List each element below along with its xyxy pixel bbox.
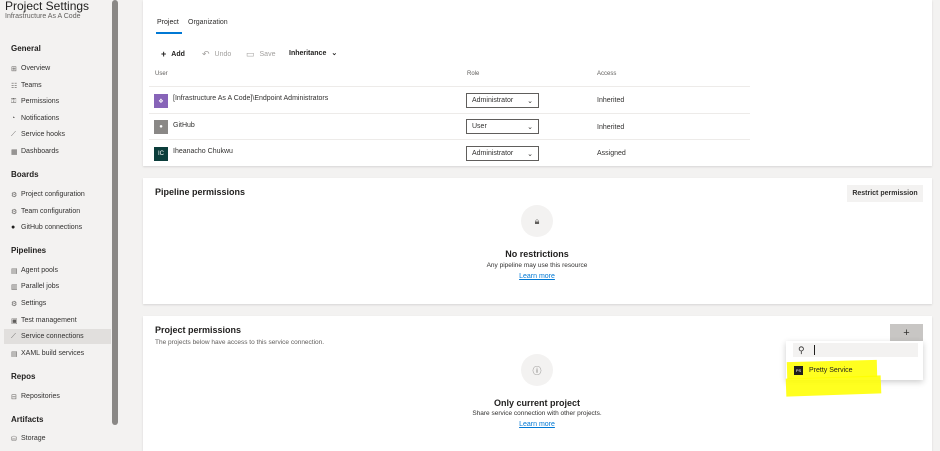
section-artifacts: Artifacts [11, 415, 44, 424]
chevron-down-icon: ⌄ [331, 50, 338, 57]
security-card [143, 0, 932, 166]
yellow-highlight [785, 375, 882, 397]
user-name: Iheanacho Chukwu [173, 148, 233, 155]
role-select[interactable]: Administrator ⌄ [466, 93, 539, 108]
notification-icon: ◔ [11, 115, 16, 122]
undo-button[interactable]: ↶ Undo [202, 49, 231, 60]
sidebar-item-settings[interactable]: ⚙ Settings [11, 296, 111, 311]
sidebar-item-team-configuration[interactable]: ⚙ Team configuration [11, 204, 111, 219]
gear-icon: ⚙ [11, 300, 18, 308]
project-permissions-title: Project permissions [155, 325, 242, 335]
column-header-role: Role [467, 71, 480, 77]
access-value: Assigned [597, 150, 626, 157]
chevron-down-icon: ⌄ [527, 97, 533, 105]
tab-project[interactable]: Project [157, 19, 179, 26]
lock-icon: 🔒︎ [521, 205, 553, 237]
chevron-down-icon: ⌄ [527, 123, 533, 131]
row-divider [149, 113, 750, 114]
learn-more-wrapper: Learn more [437, 271, 637, 280]
tab-organization[interactable]: Organization [188, 19, 228, 26]
plug-icon: ⟋ [11, 332, 16, 340]
user-name: [Infrastructure As A Code]\Endpoint Admi… [173, 95, 329, 102]
sidebar-item-project-configuration[interactable]: ⚙ Project configuration [11, 187, 111, 202]
role-select[interactable]: User ⌄ [466, 119, 539, 134]
repo-icon: ⊟ [11, 393, 17, 401]
person-icon: ● [154, 120, 168, 134]
row-divider [149, 139, 750, 140]
lock-icon: ⚿ [11, 97, 17, 105]
active-tab-indicator [156, 32, 182, 34]
role-select[interactable]: Administrator ⌄ [466, 146, 539, 161]
inheritance-dropdown[interactable]: Inheritance ⌄ [289, 49, 338, 58]
sidebar-scrollbar[interactable] [112, 0, 118, 425]
storage-icon: ⛁ [11, 435, 17, 443]
sidebar-item-overview[interactable]: ⊞ Overview [11, 61, 111, 76]
sidebar-item-storage[interactable]: ⛁ Storage [11, 431, 111, 446]
add-project-button[interactable]: + [890, 324, 923, 341]
learn-more-link[interactable]: Learn more [519, 421, 555, 428]
project-search-input[interactable]: ⚲ [793, 343, 918, 357]
sidebar: Project Settings Infrastructure As A Cod… [0, 0, 118, 451]
github-icon: ● [11, 224, 16, 231]
row-divider [149, 86, 750, 87]
avatar: IC [154, 147, 168, 161]
sidebar-item-dashboards[interactable]: ▦ Dashboards [11, 144, 111, 159]
sidebar-item-service-connections[interactable]: ⟋ Service connections [4, 329, 111, 344]
pipeline-permissions-card [143, 178, 932, 304]
share-connection-text: Share service connection with other proj… [472, 410, 602, 417]
project-avatar: PS [794, 366, 803, 375]
overview-icon: ⊞ [11, 65, 17, 73]
access-value: Inherited [597, 97, 625, 104]
hook-icon: ⟋ [11, 130, 16, 138]
user-name: GitHub [173, 122, 195, 129]
config-icon: ⚙ [11, 191, 18, 199]
no-restrictions-title: No restrictions [505, 249, 569, 259]
teams-icon: ☷ [11, 82, 18, 90]
learn-more-link[interactable]: Learn more [519, 273, 555, 280]
only-current-project-title: Only current project [493, 398, 581, 408]
column-header-access: Access [597, 71, 617, 77]
undo-icon: ↶ [202, 49, 210, 59]
sidebar-item-parallel-jobs[interactable]: ▥ Parallel jobs [11, 279, 111, 294]
section-repos: Repos [11, 372, 36, 381]
build-icon: ▤ [11, 350, 18, 358]
search-icon: ⚲ [798, 344, 805, 355]
section-boards: Boards [11, 170, 39, 179]
section-pipelines: Pipelines [11, 246, 47, 255]
sidebar-item-repositories[interactable]: ⊟ Repositories [11, 389, 111, 404]
group-icon: ❖ [154, 94, 168, 108]
sidebar-item-github-connections[interactable]: ● GitHub connections [11, 220, 111, 235]
project-name: Infrastructure As A Code [5, 13, 81, 20]
save-button[interactable]: ▭ Save [246, 49, 275, 60]
team-config-icon: ⚙ [11, 208, 18, 216]
text-caret [813, 345, 815, 355]
info-icon: ⓘ [521, 354, 553, 386]
add-button[interactable]: + Add [161, 49, 185, 59]
sidebar-item-xaml-build-services[interactable]: ▤ XAML build services [11, 346, 111, 361]
chevron-down-icon: ⌄ [527, 150, 533, 158]
column-header-user: User [155, 71, 168, 77]
dashboard-icon: ▦ [11, 148, 18, 156]
learn-more-wrapper: Learn more [437, 419, 637, 428]
pipeline-permissions-title: Pipeline permissions [155, 187, 246, 197]
agent-pools-icon: ▤ [11, 267, 18, 275]
project-settings-title: Project Settings [5, 0, 90, 13]
no-restrictions-text: Any pipeline may use this resource [486, 262, 588, 269]
project-option-pretty-service[interactable]: PS Pretty Service [794, 366, 853, 375]
sidebar-item-teams[interactable]: ☷ Teams [11, 78, 111, 93]
plus-icon: + [161, 49, 167, 59]
parallel-jobs-icon: ▥ [11, 283, 18, 291]
access-value: Inherited [597, 124, 625, 131]
sidebar-item-permissions[interactable]: ⚿ Permissions [11, 94, 111, 109]
save-icon: ▭ [246, 49, 255, 59]
sidebar-item-agent-pools[interactable]: ▤ Agent pools [11, 263, 111, 278]
sidebar-item-service-hooks[interactable]: ⟋ Service hooks [11, 127, 111, 142]
sidebar-item-test-management[interactable]: ▣ Test management [11, 313, 111, 328]
sidebar-item-notifications[interactable]: ◔ Notifications [11, 111, 111, 126]
section-general: General [11, 44, 41, 53]
project-permissions-subtitle: The projects below have access to this s… [155, 339, 325, 346]
restrict-permission-button[interactable]: Restrict permission [847, 185, 923, 202]
test-icon: ▣ [11, 317, 18, 325]
